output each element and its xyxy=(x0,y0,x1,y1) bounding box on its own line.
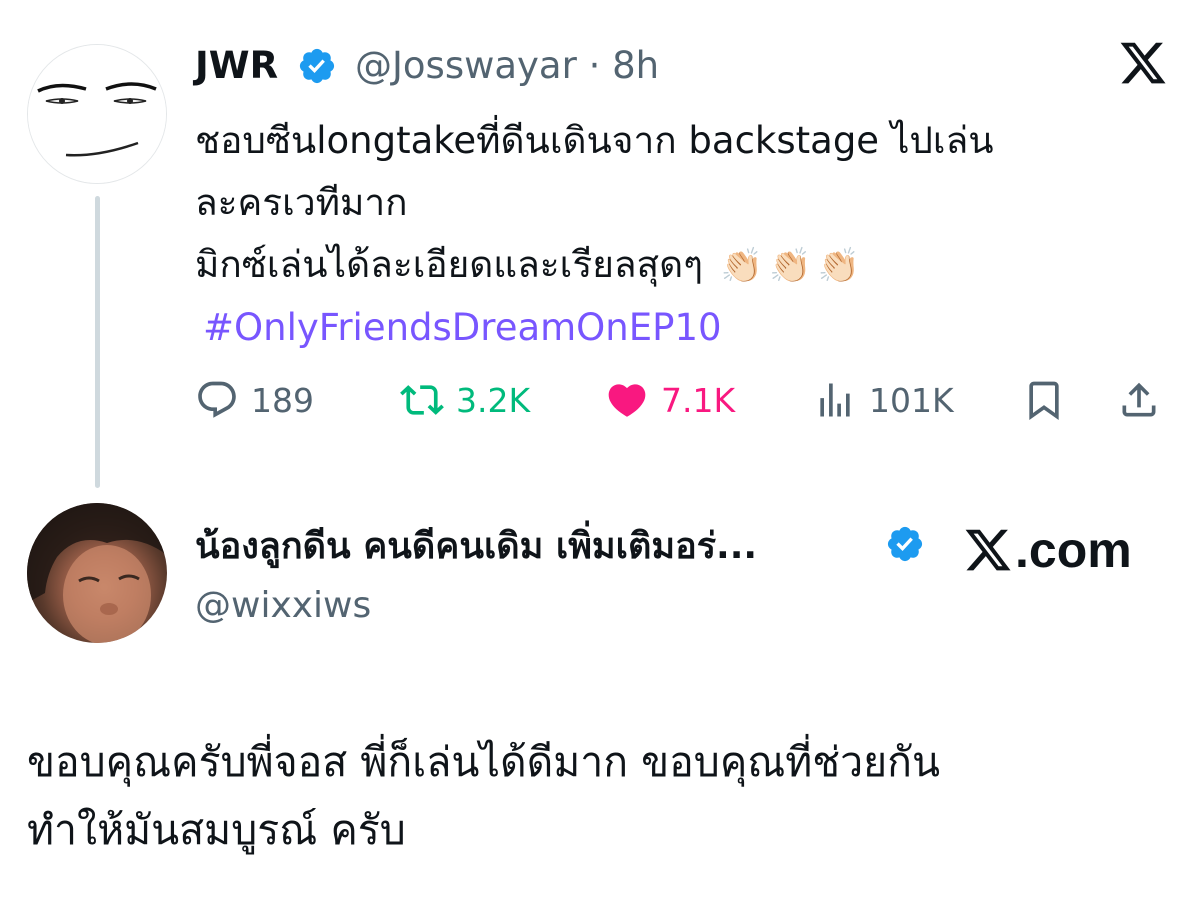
hashtag-link[interactable]: #OnlyFriendsDreamOnEP10 xyxy=(195,297,1155,359)
meme-face-avatar-image xyxy=(28,45,166,183)
clap-emoji-2: 👏🏻 xyxy=(769,246,812,286)
tweet-time[interactable]: 8h xyxy=(612,44,659,87)
retweet-count: 3.2K xyxy=(456,380,531,420)
profile-photo-image xyxy=(27,503,167,643)
reply-text-line-1: ขอบคุณครับพี่จอส พี่ก็เล่นได้ดีมาก ขอบคุ… xyxy=(27,738,941,786)
share-icon xyxy=(1122,382,1156,417)
verified-badge-icon xyxy=(887,526,923,562)
bookmark-icon xyxy=(1029,381,1059,421)
like-button[interactable]: 7.1K xyxy=(605,372,735,428)
x-com-text: .com xyxy=(1015,522,1132,578)
avatar-jwr[interactable] xyxy=(27,44,167,184)
share-button[interactable] xyxy=(1117,372,1173,428)
tweet-text-line-2: ละครเวทีมาก xyxy=(195,181,408,224)
x-com-source-label[interactable]: .com xyxy=(963,520,1132,580)
views-icon xyxy=(820,383,850,417)
reply-icon xyxy=(198,381,236,418)
views-button[interactable]: 101K xyxy=(813,372,954,428)
author-handle-and-time: @Josswayar · 8h xyxy=(355,42,659,90)
author-handle[interactable]: @Josswayar xyxy=(355,44,577,87)
clap-emoji-1: 👏🏻 xyxy=(720,246,764,286)
tweet-body: ชอบซีนlongtakeที่ดีนเดินจาก backstage ไป… xyxy=(195,110,1155,359)
reply-author-name[interactable]: น้องลูกดีน คนดีคนเดิม เพิ่มเติมอร่... xyxy=(195,523,757,571)
thread-connector-line xyxy=(95,196,100,488)
reply-author-handle[interactable]: @wixxiws xyxy=(195,582,371,630)
retweet-icon xyxy=(400,385,444,415)
verified-badge-icon xyxy=(299,48,335,84)
reply-count: 189 xyxy=(251,380,314,420)
tweet-action-bar: 189 3.2K 7.1K 101K xyxy=(195,372,1170,428)
bookmark-button[interactable] xyxy=(1022,372,1078,428)
x-logo-icon xyxy=(965,529,1011,571)
clap-emoji-3: 👏🏻 xyxy=(817,246,860,286)
tweet-text-line-3: มิกซ์เล่นได้ละเอียดและเรียลสุดๆ xyxy=(195,243,704,286)
avatar-wixxiws[interactable] xyxy=(27,503,167,643)
author-name[interactable]: JWR xyxy=(195,42,278,90)
x-logo-icon[interactable] xyxy=(1118,38,1168,88)
reply-text-line-2: ทำให้มันสมบูรณ์ ครับ xyxy=(27,806,406,854)
retweet-button[interactable]: 3.2K xyxy=(400,372,530,428)
tweet-text-line-1: ชอบซีนlongtakeที่ดีนเดินจาก backstage ไป… xyxy=(195,119,994,162)
reply-body: ขอบคุณครับพี่จอส พี่ก็เล่นได้ดีมาก ขอบคุ… xyxy=(27,728,1177,864)
time-separator: · xyxy=(588,44,601,87)
reply-button[interactable]: 189 xyxy=(195,372,314,428)
views-count: 101K xyxy=(869,380,954,420)
tweet-text-line-3-wrap: มิกซ์เล่นได้ละเอียดและเรียลสุดๆ 👏🏻 👏🏻 👏🏻 xyxy=(195,234,1155,297)
like-count: 7.1K xyxy=(661,380,736,420)
like-icon xyxy=(608,384,646,417)
